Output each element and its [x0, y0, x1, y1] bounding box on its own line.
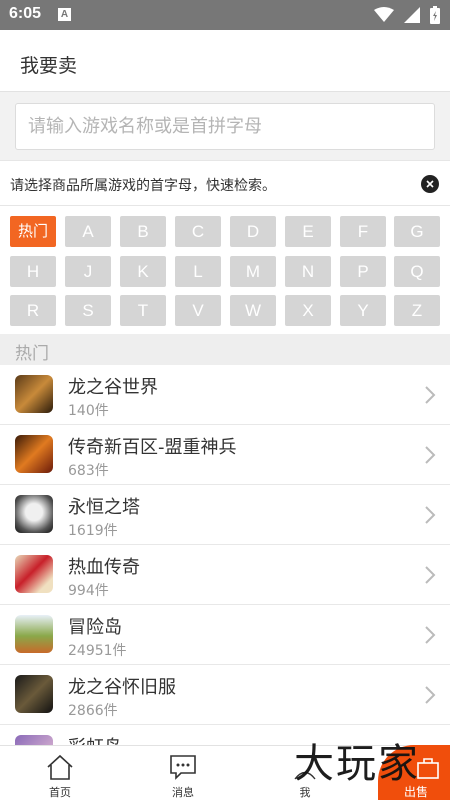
letter-button[interactable]: V — [175, 295, 221, 326]
game-thumbnail-icon — [15, 435, 53, 473]
game-thumbnail-icon — [15, 375, 53, 413]
chevron-right-icon — [425, 386, 436, 404]
game-name: 彩虹岛 — [68, 733, 122, 745]
letter-button[interactable]: J — [65, 256, 111, 287]
game-count: 24951件 — [68, 643, 127, 659]
close-icon[interactable] — [421, 175, 439, 193]
letter-button[interactable]: P — [340, 256, 386, 287]
game-list-item[interactable]: 永恒之塔 1619件 — [0, 485, 450, 545]
letter-index-grid: 热门 A B C D E F G H J K L M N P Q R S T V… — [0, 206, 450, 334]
chevron-right-icon — [425, 566, 436, 584]
letter-button[interactable]: A — [65, 216, 111, 247]
letter-button[interactable]: Y — [340, 295, 386, 326]
letter-button[interactable]: N — [285, 256, 331, 287]
page-header: 我要卖 — [0, 30, 450, 92]
chevron-right-icon — [425, 686, 436, 704]
wifi-icon — [374, 7, 394, 22]
game-list-item[interactable]: 龙之谷怀旧服 2866件 — [0, 665, 450, 725]
game-list-item[interactable]: 龙之谷世界 140件 — [0, 365, 450, 425]
letter-hot[interactable]: 热门 — [10, 216, 56, 247]
tip-text: 请选择商品所属游戏的首字母，快速检索。 — [10, 178, 276, 194]
game-count: 140件 — [68, 403, 109, 419]
game-count: 683件 — [68, 463, 109, 479]
game-thumbnail-icon — [15, 555, 53, 593]
page-title: 我要卖 — [20, 55, 78, 77]
game-thumbnail-icon — [15, 615, 53, 653]
tab-home[interactable]: 首页 — [15, 746, 105, 800]
tab-label: 消息 — [172, 786, 194, 799]
chevron-right-icon — [425, 506, 436, 524]
game-thumbnail-icon — [15, 495, 53, 533]
letter-button[interactable]: X — [285, 295, 331, 326]
game-thumbnail-icon — [15, 735, 53, 745]
game-list-item[interactable]: 热血传奇 994件 — [0, 545, 450, 605]
letter-button[interactable]: T — [120, 295, 166, 326]
letter-button[interactable]: K — [120, 256, 166, 287]
tab-messages[interactable]: 消息 — [138, 746, 228, 800]
search-input[interactable] — [15, 103, 435, 150]
game-name: 永恒之塔 — [68, 497, 140, 518]
letter-button[interactable]: H — [10, 256, 56, 287]
letter-button[interactable]: Q — [394, 256, 440, 287]
chevron-right-icon — [425, 446, 436, 464]
game-name: 冒险岛 — [68, 617, 122, 638]
letter-button[interactable]: B — [120, 216, 166, 247]
message-icon — [170, 755, 196, 780]
section-header-hot: 热门 — [0, 334, 450, 365]
letter-button[interactable]: D — [230, 216, 276, 247]
tab-label: 首页 — [49, 786, 71, 799]
chevron-right-icon — [425, 626, 436, 644]
letter-button[interactable]: C — [175, 216, 221, 247]
tip-bar: 请选择商品所属游戏的首字母，快速检索。 — [0, 160, 450, 206]
letter-button[interactable]: E — [285, 216, 331, 247]
notification-a-icon: A — [58, 8, 71, 21]
game-count: 1619件 — [68, 523, 118, 539]
letter-button[interactable]: R — [10, 295, 56, 326]
signal-icon — [404, 7, 420, 23]
letter-button[interactable]: W — [230, 295, 276, 326]
system-icons — [374, 5, 440, 25]
game-count: 994件 — [68, 583, 109, 599]
letter-button[interactable]: Z — [394, 295, 440, 326]
status-bar: 6:05 A — [0, 0, 450, 30]
letter-button[interactable]: M — [230, 256, 276, 287]
letter-button[interactable]: G — [394, 216, 440, 247]
game-name: 龙之谷世界 — [68, 377, 158, 398]
game-thumbnail-icon — [15, 675, 53, 713]
letter-button[interactable]: L — [175, 256, 221, 287]
home-icon — [47, 754, 73, 780]
game-list-item[interactable]: 传奇新百区-盟重神兵 683件 — [0, 425, 450, 485]
letter-button[interactable]: S — [65, 295, 111, 326]
game-name: 龙之谷怀旧服 — [68, 677, 176, 698]
section-label: 热门 — [15, 344, 49, 364]
letter-button[interactable]: F — [340, 216, 386, 247]
game-count: 2866件 — [68, 703, 118, 719]
search-container — [0, 92, 450, 160]
game-name: 热血传奇 — [68, 557, 140, 578]
watermark-text: 大玩家 — [294, 741, 420, 787]
game-name: 传奇新百区-盟重神兵 — [68, 437, 237, 458]
game-list-item[interactable]: 冒险岛 24951件 — [0, 605, 450, 665]
battery-icon — [430, 6, 440, 24]
status-time: 6:05 — [9, 5, 42, 22]
game-list: 龙之谷世界 140件 传奇新百区-盟重神兵 683件 永恒之塔 1619件 热血… — [0, 365, 450, 745]
